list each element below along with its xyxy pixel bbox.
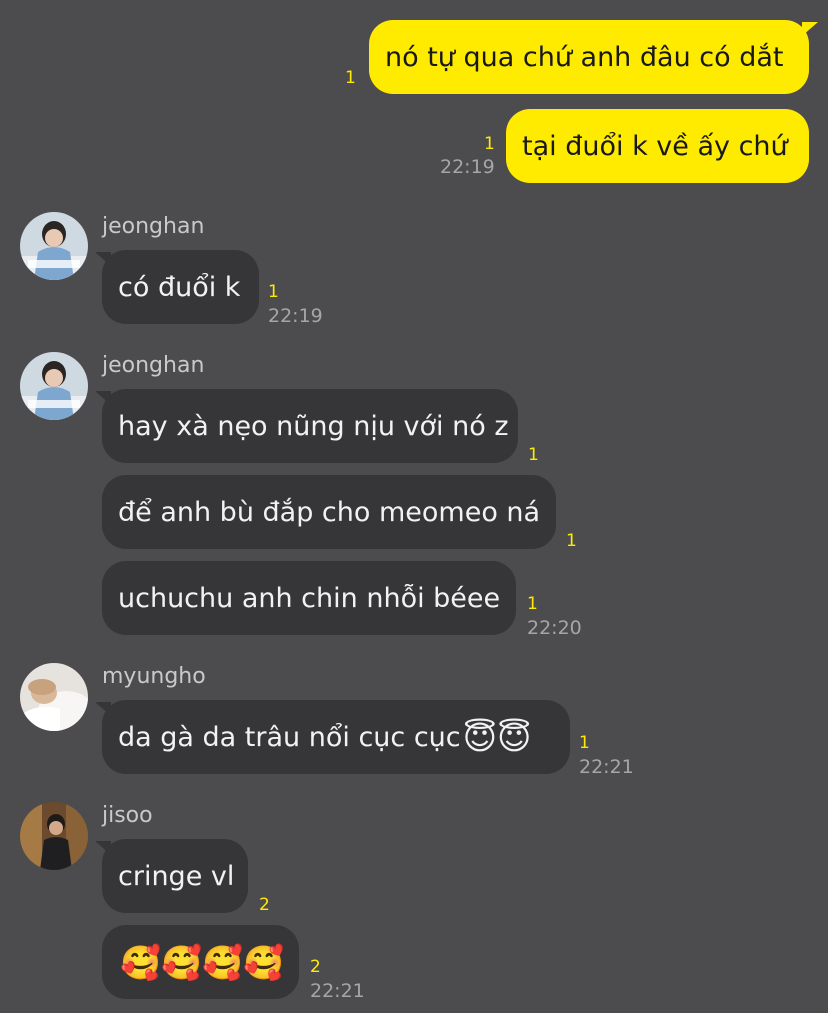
incoming-message[interactable]: da gà da trâu nổi cục cục 😇😇	[102, 700, 570, 774]
incoming-message[interactable]: có đuổi k	[102, 250, 259, 324]
message-timestamp: 22:21	[579, 756, 634, 778]
profile-photo-icon	[20, 352, 88, 420]
message-text: tại đuổi k về ấy chứ	[522, 130, 788, 162]
incoming-message[interactable]: cringe vl	[102, 839, 248, 913]
message-text: hay xà nẹo nũng nịu với nó z	[118, 410, 509, 442]
profile-photo-icon	[20, 663, 88, 731]
unread-count: 1	[579, 733, 590, 753]
unread-count: 1	[484, 134, 495, 154]
unread-count: 2	[310, 957, 321, 977]
message-text: để anh bù đắp cho meomeo ná	[118, 496, 541, 528]
message-timestamp: 22:21	[310, 980, 365, 1002]
jeonghan-avatar[interactable]	[20, 212, 88, 280]
message-text: cringe vl	[118, 860, 235, 892]
message-text: nó tự qua chứ anh đâu có dắt	[385, 41, 784, 73]
sender-name: jisoo	[102, 803, 153, 828]
unread-count: 1	[268, 282, 279, 302]
unread-count: 1	[528, 445, 539, 465]
myungho-avatar[interactable]	[20, 663, 88, 731]
outgoing-message[interactable]: tại đuổi k về ấy chứ	[506, 109, 809, 183]
jisoo-avatar[interactable]	[20, 802, 88, 870]
message-text: uchuchu anh chin nhỗi béee	[118, 582, 501, 614]
profile-photo-icon	[20, 212, 88, 280]
smiling-hearts-emoji: 🥰🥰🥰🥰	[120, 942, 285, 982]
message-timestamp: 22:20	[527, 617, 582, 639]
sender-name: jeonghan	[102, 353, 205, 378]
unread-count: 1	[566, 531, 577, 551]
outgoing-message[interactable]: nó tự qua chứ anh đâu có dắt	[369, 20, 809, 94]
profile-photo-icon	[20, 802, 88, 870]
sender-name: myungho	[102, 664, 206, 689]
message-timestamp: 22:19	[440, 156, 495, 178]
incoming-message[interactable]: để anh bù đắp cho meomeo ná	[102, 475, 556, 549]
jeonghan-avatar[interactable]	[20, 352, 88, 420]
incoming-message[interactable]: hay xà nẹo nũng nịu với nó z	[102, 389, 518, 463]
chat-screen: nó tự qua chứ anh đâu có dắt 1 tại đuổi …	[0, 0, 828, 1013]
unread-count: 2	[259, 895, 270, 915]
unread-count: 1	[527, 594, 538, 614]
incoming-message[interactable]: 🥰🥰🥰🥰	[102, 925, 299, 999]
unread-count: 1	[345, 68, 356, 88]
message-text: có đuổi k	[118, 271, 241, 303]
halo-smile-emoji: 😇😇	[462, 717, 532, 757]
message-timestamp: 22:19	[268, 305, 323, 327]
incoming-message[interactable]: uchuchu anh chin nhỗi béee	[102, 561, 516, 635]
sender-name: jeonghan	[102, 214, 205, 239]
message-text: da gà da trâu nổi cục cục	[118, 721, 461, 753]
